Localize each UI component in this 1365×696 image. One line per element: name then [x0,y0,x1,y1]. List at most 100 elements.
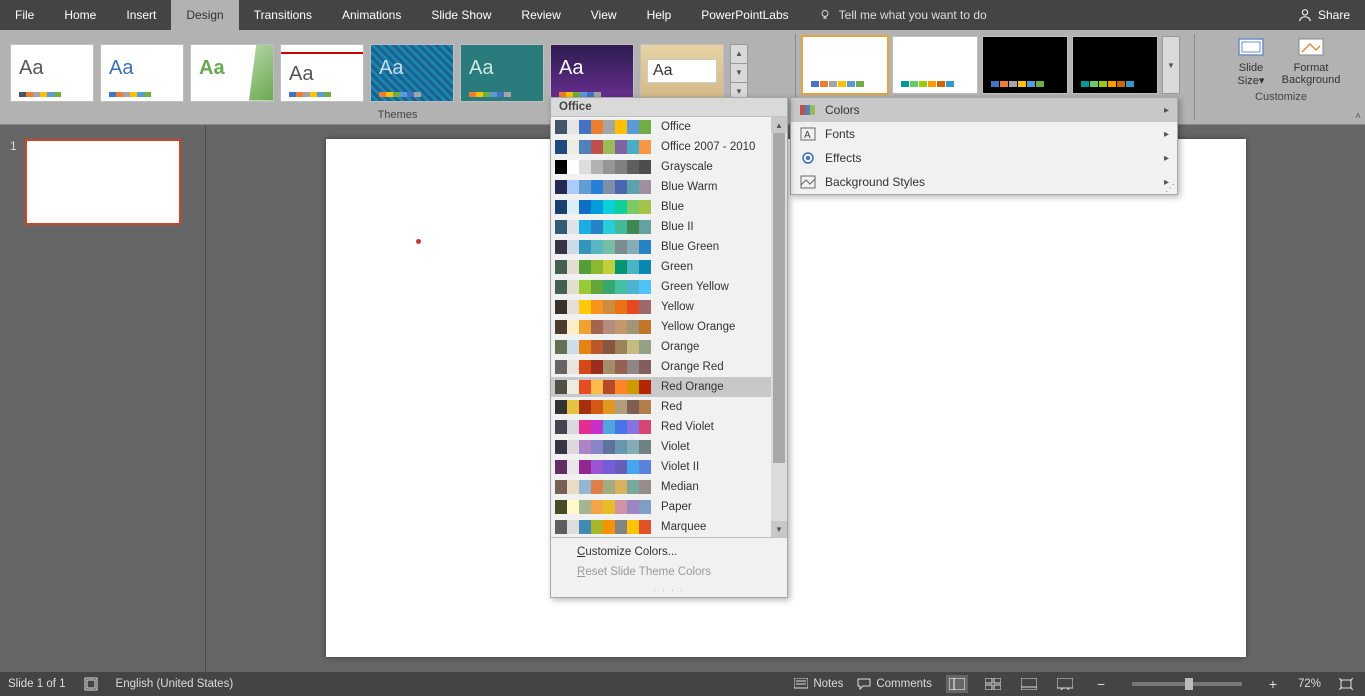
color-scheme-median[interactable]: Median [551,477,771,497]
color-scheme-office[interactable]: Office [551,117,771,137]
color-scheme-label: Green [661,261,693,273]
tab-file[interactable]: File [0,0,49,30]
view-sorter[interactable] [982,675,1004,693]
color-scheme-label: Orange Red [661,361,724,373]
vm-fonts-label: Fonts [825,127,855,141]
themes-scroll-up[interactable]: ▲ [731,45,747,64]
colors-scroll-track[interactable] [771,133,787,521]
view-reading[interactable] [1018,675,1040,693]
theme-5[interactable]: Aa [370,44,454,102]
color-scheme-orange-red[interactable]: Orange Red [551,357,771,377]
theme-office[interactable]: Aa [10,44,94,102]
variant-1[interactable] [802,36,888,94]
color-scheme-label: Paper [661,501,692,513]
variants-menu-fonts[interactable]: A Fonts ▸ [791,122,1177,146]
status-slide: Slide 1 of 1 [8,678,66,690]
colors-scroll-thumb[interactable] [773,133,785,463]
comments-label: Comments [876,678,932,690]
color-scheme-blue-ii[interactable]: Blue II [551,217,771,237]
color-scheme-label: Marquee [661,521,706,533]
colors-scroll-up[interactable]: ▲ [771,117,787,133]
variant-2[interactable] [892,36,978,94]
slide-panel: 1 [0,125,206,672]
color-scheme-red-orange[interactable]: Red Orange [551,377,771,397]
zoom-in[interactable]: + [1262,675,1284,693]
color-scheme-orange[interactable]: Orange [551,337,771,357]
customize-colors-link[interactable]: Customize Colors... [551,542,787,562]
share-button[interactable]: Share [1283,0,1365,30]
variants-menu-colors[interactable]: Colors ▸ [791,98,1177,122]
theme-2[interactable]: Aa [100,44,184,102]
tab-help[interactable]: Help [632,0,687,30]
format-bg-label: FormatBackground [1282,62,1341,86]
vm-effects-label: Effects [825,151,861,165]
tab-review[interactable]: Review [506,0,575,30]
color-scheme-blue[interactable]: Blue [551,197,771,217]
colors-scroll-down[interactable]: ▼ [771,521,787,537]
color-scheme-yellow-orange[interactable]: Yellow Orange [551,317,771,337]
menubar: File Home Insert Design Transitions Anim… [0,0,1365,30]
chevron-right-icon: ▸ [1164,129,1169,140]
tab-powerpointlabs[interactable]: PowerPointLabs [686,0,803,30]
zoom-out[interactable]: − [1090,675,1112,693]
tab-insert[interactable]: Insert [111,0,171,30]
notes-button[interactable]: Notes [794,678,843,690]
color-scheme-label: Red Orange [661,381,724,393]
color-scheme-yellow[interactable]: Yellow [551,297,771,317]
view-slideshow[interactable] [1054,675,1076,693]
themes-scroll-down[interactable]: ▼ [731,64,747,83]
tab-design[interactable]: Design [171,0,238,30]
color-scheme-label: Blue Green [661,241,719,253]
tab-view[interactable]: View [576,0,632,30]
variants-gallery: ▼ [796,30,1194,94]
color-scheme-label: Blue II [661,221,694,233]
zoom-value[interactable]: 72% [1298,678,1321,690]
red-dot [416,239,421,244]
tab-home[interactable]: Home [49,0,111,30]
tab-transitions[interactable]: Transitions [239,0,327,30]
color-scheme-violet[interactable]: Violet [551,437,771,457]
color-scheme-green-yellow[interactable]: Green Yellow [551,277,771,297]
color-scheme-grayscale[interactable]: Grayscale [551,157,771,177]
theme-6[interactable]: Aa [460,44,544,102]
color-scheme-office-2007-2010[interactable]: Office 2007 - 2010 [551,137,771,157]
color-scheme-violet-ii[interactable]: Violet II [551,457,771,477]
status-language[interactable]: English (United States) [116,678,234,690]
accessibility-icon[interactable] [80,675,102,693]
color-scheme-green[interactable]: Green [551,257,771,277]
variants-more[interactable]: ▼ [1162,36,1180,94]
tab-slideshow[interactable]: Slide Show [416,0,506,30]
tellme-search[interactable]: Tell me what you want to do [804,0,1002,30]
theme-4[interactable]: Aa [280,44,364,102]
zoom-slider[interactable] [1132,682,1242,686]
color-scheme-blue-green[interactable]: Blue Green [551,237,771,257]
ribbon-collapse[interactable]: ˄ [1355,111,1361,122]
bg-icon [799,174,817,190]
slide-thumbnail-1[interactable] [25,139,181,225]
statusbar: Slide 1 of 1 English (United States) Not… [0,672,1365,696]
variants-menu-effects[interactable]: Effects ▸ [791,146,1177,170]
tab-animations[interactable]: Animations [327,0,416,30]
color-scheme-paper[interactable]: Paper [551,497,771,517]
theme-7[interactable]: Aa [550,44,634,102]
slide-size-button[interactable]: SlideSize▾ [1226,34,1276,87]
fit-to-window[interactable] [1335,675,1357,693]
view-normal[interactable] [946,675,968,693]
color-scheme-blue-warm[interactable]: Blue Warm [551,177,771,197]
color-scheme-red[interactable]: Red [551,397,771,417]
variant-3[interactable] [982,36,1068,94]
format-background-button[interactable]: FormatBackground [1286,34,1336,87]
theme-8[interactable]: Aa [640,44,724,102]
color-scheme-marquee[interactable]: Marquee [551,517,771,537]
color-scheme-label: Office [661,121,691,133]
color-scheme-label: Yellow Orange [661,321,735,333]
theme-3[interactable]: Aa [190,44,274,102]
comments-button[interactable]: Comments [857,678,932,690]
variant-4[interactable] [1072,36,1158,94]
color-scheme-red-violet[interactable]: Red Violet [551,417,771,437]
vm-colors-label: Colors [825,103,860,117]
effects-icon [799,150,817,166]
variants-menu-bgstyles[interactable]: Background Styles ▸ [791,170,1177,194]
resize-grip-icon[interactable]: ⋰ [1165,183,1175,194]
resize-grip-icon[interactable]: · · · · [551,586,787,597]
